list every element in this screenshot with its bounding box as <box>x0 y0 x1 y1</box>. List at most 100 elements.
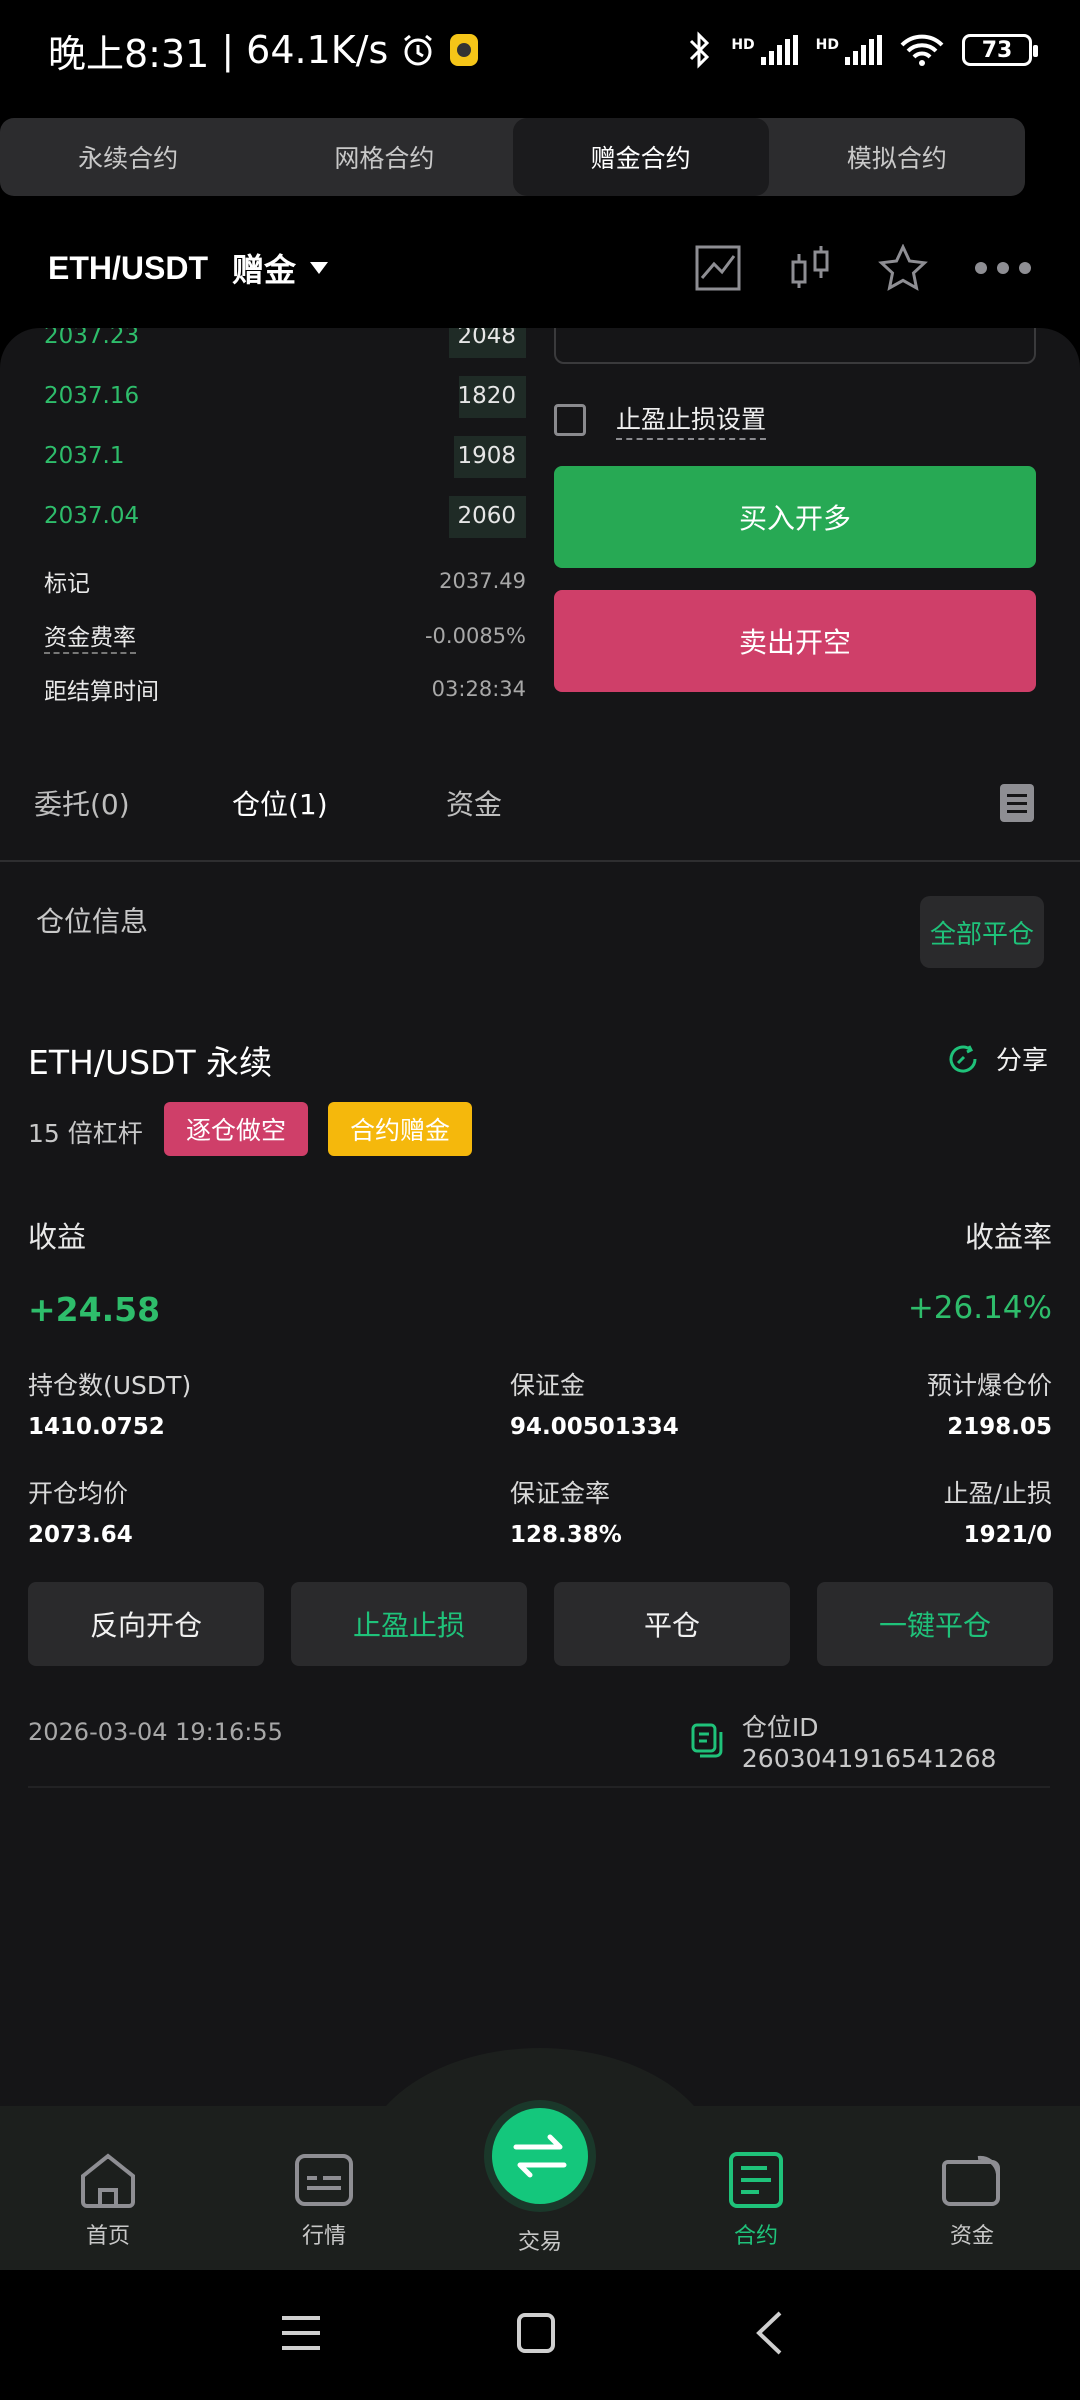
header-actions <box>694 244 1032 292</box>
quick-close-button[interactable]: 一键平仓 <box>817 1582 1053 1666</box>
settle-label: 距结算时间 <box>44 679 159 705</box>
nav-home[interactable]: 首页 <box>38 2150 178 2250</box>
ob-price: 2037.23 <box>44 328 140 349</box>
contract-icon <box>729 2152 783 2208</box>
nav-market[interactable]: 行情 <box>254 2150 394 2250</box>
trade-icon <box>513 2134 567 2178</box>
nav-contract-label: 合约 <box>733 2224 778 2249</box>
status-time: 晚上8:31 <box>48 31 210 76</box>
tpsl-button[interactable]: 止盈止损 <box>291 1582 527 1666</box>
status-bar: 晚上8:31 | 64.1K/s HD HD 73 <box>0 0 1080 100</box>
tpsl-checkbox[interactable] <box>554 404 586 436</box>
funding-label[interactable]: 资金费率 <box>44 618 136 654</box>
close-position-button[interactable]: 平仓 <box>554 1582 790 1666</box>
settle-time-row: 距结算时间 03:28:34 <box>44 672 526 706</box>
notification-app-icon <box>450 34 479 66</box>
ob-qty: 2048 <box>457 328 516 349</box>
battery-icon: 73 <box>962 34 1038 66</box>
position-tabs: 委托(0) 仓位(1) 资金 <box>0 768 1080 838</box>
status-right: HD HD 73 <box>687 31 1038 69</box>
margin-rate-value: 128.38% <box>510 1522 622 1548</box>
nav-trade-label: 交易 <box>517 2230 562 2255</box>
back-icon[interactable] <box>754 2310 784 2356</box>
funding-value: -0.0085% <box>424 624 526 648</box>
nav-wallet[interactable]: 资金 <box>902 2150 1042 2250</box>
position-id[interactable]: 仓位ID 2603041916541268 <box>690 1708 1080 1773</box>
tpsl-summary-value: 1921/0 <box>963 1522 1052 1548</box>
reverse-open-button[interactable]: 反向开仓 <box>28 1582 264 1666</box>
ob-qty: 2060 <box>457 503 516 529</box>
menu-icon[interactable] <box>280 2312 322 2354</box>
star-icon[interactable] <box>878 244 928 292</box>
card-divider <box>28 1786 1050 1788</box>
main-panel: 2037.23 2048 2037.16 1820 2037.1 1908 20… <box>0 328 1080 2108</box>
nav-contract[interactable]: 合约 <box>686 2150 826 2250</box>
status-speed: 64.1K/s <box>246 28 389 72</box>
tpsl-summary-label: 止盈/止损 <box>943 1479 1052 1508</box>
settle-value: 03:28:34 <box>431 677 526 701</box>
margin-value: 94.00501334 <box>510 1414 679 1440</box>
position-title: ETH/USDT 永续 <box>28 1043 273 1082</box>
tab-funds[interactable]: 资金 <box>446 783 502 823</box>
tab-orders[interactable]: 委托(0) <box>34 783 130 823</box>
section-title: 仓位信息 <box>36 905 149 938</box>
order-book-row[interactable]: 2037.1 1908 <box>44 432 526 480</box>
share-button[interactable]: 分享 <box>946 1040 1048 1077</box>
order-book-row[interactable]: 2037.16 1820 <box>44 372 526 420</box>
entry-price-label: 开仓均价 <box>28 1479 129 1508</box>
system-nav-bar <box>0 2270 1080 2400</box>
signal-icon-1 <box>760 35 798 65</box>
wallet-icon <box>942 2155 1000 2206</box>
ob-qty: 1908 <box>457 443 516 469</box>
tab-perpetual[interactable]: 永续合约 <box>0 118 256 196</box>
tab-bonus[interactable]: 赠金合约 <box>512 118 769 196</box>
contract-type-tabs: 永续合约 网格合约 赠金合约 模拟合约 <box>0 118 1025 196</box>
candlestick-icon[interactable] <box>788 244 832 292</box>
leverage-label: 15 倍杠杆 <box>28 1119 143 1148</box>
pair-name[interactable]: ETH/USDT <box>48 250 208 287</box>
tpsl-label[interactable]: 止盈止损设置 <box>616 400 767 440</box>
status-left: 晚上8:31 | 64.1K/s <box>48 23 480 78</box>
share-icon <box>949 1044 977 1073</box>
pair-mode[interactable]: 赠金 <box>232 245 296 291</box>
ob-price: 2037.16 <box>44 383 140 409</box>
home-icon <box>81 2153 135 2208</box>
nav-trade[interactable]: 交易 <box>470 2224 610 2256</box>
pair-header: ETH/USDT 赠金 <box>0 218 1080 318</box>
order-book-row[interactable]: 2037.23 2048 <box>44 328 526 360</box>
liq-price-label: 预计爆仓价 <box>926 1371 1052 1400</box>
home-square-icon[interactable] <box>516 2312 556 2354</box>
tab-positions[interactable]: 仓位(1) <box>232 783 328 823</box>
mark-value: 2037.49 <box>439 569 526 593</box>
buy-long-button[interactable]: 买入开多 <box>554 466 1036 568</box>
alarm-icon <box>404 34 433 66</box>
signal-icon-2 <box>845 35 882 65</box>
pnl-rate-label: 收益率 <box>964 1220 1052 1254</box>
ob-price: 2037.04 <box>44 503 140 529</box>
max-amount-field[interactable] <box>554 328 1036 364</box>
ob-qty: 1820 <box>457 383 516 409</box>
copy-icon[interactable] <box>690 1722 724 1760</box>
tabs-divider <box>0 860 1080 862</box>
tab-grid[interactable]: 网格合约 <box>256 118 512 196</box>
funding-rate-row: 资金费率 -0.0085% <box>44 618 526 654</box>
close-all-button[interactable]: 全部平仓 <box>920 896 1044 968</box>
list-icon[interactable] <box>1000 784 1034 822</box>
pnl-rate-value: +26.14% <box>907 1290 1052 1326</box>
order-book-row[interactable]: 2037.04 2060 <box>44 492 526 540</box>
entry-price-value: 2073.64 <box>28 1522 133 1548</box>
mark-label: 标记 <box>44 571 90 597</box>
sell-short-button[interactable]: 卖出开空 <box>554 590 1036 692</box>
more-icon[interactable] <box>974 261 1032 275</box>
tab-demo[interactable]: 模拟合约 <box>769 118 1025 196</box>
margin-label: 保证金 <box>510 1371 586 1400</box>
market-icon <box>295 2154 353 2206</box>
tpsl-setting[interactable]: 止盈止损设置 <box>554 400 767 440</box>
trade-button[interactable] <box>492 2108 588 2204</box>
position-id-label: 仓位ID 2603041916541268 <box>741 1713 997 1773</box>
chevron-down-icon[interactable] <box>310 262 329 274</box>
hd-label-1: HD <box>731 37 755 53</box>
bonus-badge: 合约赠金 <box>328 1102 472 1156</box>
line-chart-icon[interactable] <box>694 244 742 292</box>
bluetooth-icon <box>690 31 710 69</box>
